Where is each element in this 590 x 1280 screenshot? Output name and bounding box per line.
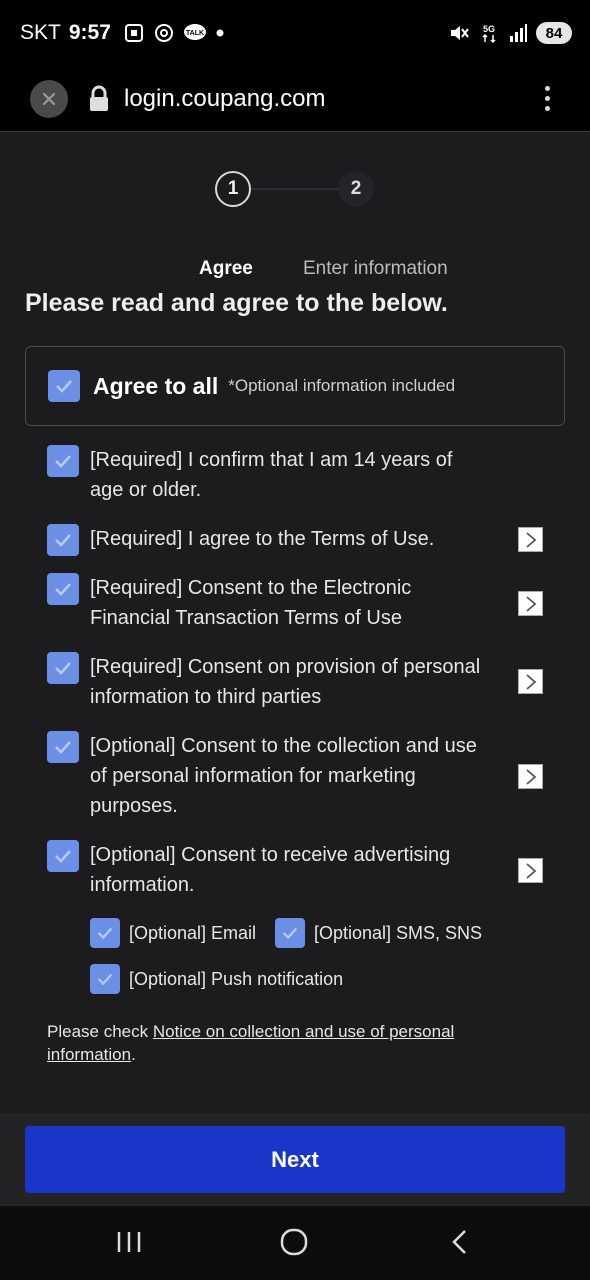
main-content: 1 2 Agree Enter information Please read … bbox=[0, 133, 590, 1113]
close-icon bbox=[42, 92, 56, 105]
threads-icon bbox=[154, 24, 173, 42]
view-detail-button[interactable] bbox=[518, 669, 543, 694]
chevron-right-icon bbox=[525, 862, 536, 879]
check-icon bbox=[55, 455, 71, 468]
agreement-text: [Required] I confirm that I am 14 years … bbox=[90, 449, 453, 501]
next-button[interactable]: Next bbox=[25, 1126, 565, 1193]
agreement-checkbox[interactable] bbox=[47, 731, 79, 763]
check-icon bbox=[55, 741, 71, 754]
recent-apps-icon[interactable] bbox=[115, 1228, 143, 1256]
battery-indicator: 84 bbox=[536, 22, 572, 44]
chevron-right-icon bbox=[525, 531, 536, 548]
kebab-dot bbox=[545, 96, 550, 101]
agreement-text: [Required] Consent to the Electronic Fin… bbox=[90, 577, 412, 629]
kebab-dot bbox=[545, 86, 550, 91]
notice-prefix: Please check bbox=[47, 1022, 153, 1041]
sub-option-label: [Optional] SMS, SNS bbox=[314, 922, 483, 943]
signal-icon bbox=[510, 24, 527, 42]
home-icon[interactable] bbox=[280, 1228, 308, 1256]
agreement-text: [Optional] Consent to receive advertisin… bbox=[90, 844, 451, 896]
agreement-text: [Required] I agree to the Terms of Use. bbox=[90, 528, 435, 550]
screenshot-icon bbox=[124, 24, 143, 42]
page-heading: Please read and agree to the below. bbox=[25, 289, 448, 317]
system-navigation-bar bbox=[0, 1205, 590, 1280]
step-2-circle: 2 bbox=[338, 171, 374, 207]
check-icon bbox=[97, 973, 113, 986]
agree-all-label: Agree to all bbox=[93, 372, 219, 399]
svg-text:5G: 5G bbox=[483, 24, 495, 34]
view-detail-button[interactable] bbox=[518, 858, 543, 883]
lock-icon bbox=[90, 85, 108, 111]
check-icon bbox=[55, 662, 71, 675]
clock: 9:57 bbox=[68, 21, 111, 44]
view-detail-button[interactable] bbox=[518, 527, 543, 552]
sub-option-label: [Optional] Email bbox=[129, 922, 257, 943]
sub-option-push: [Optional] Push notification bbox=[90, 964, 343, 994]
view-detail-button[interactable] bbox=[518, 764, 543, 789]
chevron-right-icon bbox=[525, 768, 536, 785]
svg-text:TALK: TALK bbox=[186, 30, 204, 37]
kakaotalk-icon: TALK bbox=[183, 24, 206, 40]
agreement-checkbox[interactable] bbox=[47, 524, 79, 556]
step-1-circle: 1 bbox=[215, 171, 251, 207]
agree-all-checkbox[interactable] bbox=[48, 370, 80, 402]
check-icon bbox=[55, 583, 71, 596]
step-indicator: 1 2 Agree Enter information bbox=[0, 171, 590, 279]
carrier-label: SKT bbox=[20, 21, 61, 44]
close-tab-button[interactable] bbox=[30, 79, 68, 118]
sub-option-sms: [Optional] SMS, SNS bbox=[275, 918, 482, 948]
more-options-button[interactable] bbox=[545, 86, 550, 111]
chevron-right-icon bbox=[525, 673, 536, 690]
notice-suffix: . bbox=[131, 1045, 136, 1064]
privacy-notice: Please check Notice on collection and us… bbox=[47, 1020, 517, 1066]
notification-icons: TALK bbox=[123, 22, 225, 44]
5g-icon: 5G bbox=[482, 24, 496, 44]
status-bar: SKT 9:57 TALK 5G 84 bbox=[0, 0, 590, 66]
agreement-text: [Optional] Consent to the collection and… bbox=[90, 735, 477, 817]
agree-all-box[interactable]: Agree to all *Optional information inclu… bbox=[25, 346, 565, 426]
sub-option-checkbox[interactable] bbox=[90, 964, 120, 994]
sub-option-checkbox[interactable] bbox=[275, 918, 305, 948]
check-icon bbox=[55, 850, 71, 863]
browser-url-bar: login.coupang.com bbox=[0, 66, 590, 132]
agreement-text: [Required] Consent on provision of perso… bbox=[90, 656, 481, 708]
agreement-checkbox[interactable] bbox=[47, 840, 79, 872]
mute-icon bbox=[451, 26, 469, 40]
sub-option-label: [Optional] Push notification bbox=[129, 968, 344, 989]
url-text[interactable]: login.coupang.com bbox=[124, 85, 325, 113]
step-2-label: Enter information bbox=[303, 258, 448, 279]
footer: Next bbox=[0, 1113, 590, 1205]
back-icon[interactable] bbox=[446, 1228, 474, 1256]
sub-option-checkbox[interactable] bbox=[90, 918, 120, 948]
sub-option-email: [Optional] Email bbox=[90, 918, 256, 948]
check-icon bbox=[282, 927, 298, 940]
dot-icon bbox=[216, 29, 224, 37]
kebab-dot bbox=[545, 106, 550, 111]
agreement-checkbox[interactable] bbox=[47, 445, 79, 477]
agreement-checkbox[interactable] bbox=[47, 652, 79, 684]
step-1-label: Agree bbox=[199, 258, 253, 279]
agree-all-note: *Optional information included bbox=[228, 376, 456, 395]
check-icon bbox=[97, 927, 113, 940]
check-icon bbox=[56, 380, 72, 393]
chevron-right-icon bbox=[525, 595, 536, 612]
step-connector bbox=[251, 188, 338, 190]
agreement-checkbox[interactable] bbox=[47, 573, 79, 605]
view-detail-button[interactable] bbox=[518, 591, 543, 616]
check-icon bbox=[55, 534, 71, 547]
